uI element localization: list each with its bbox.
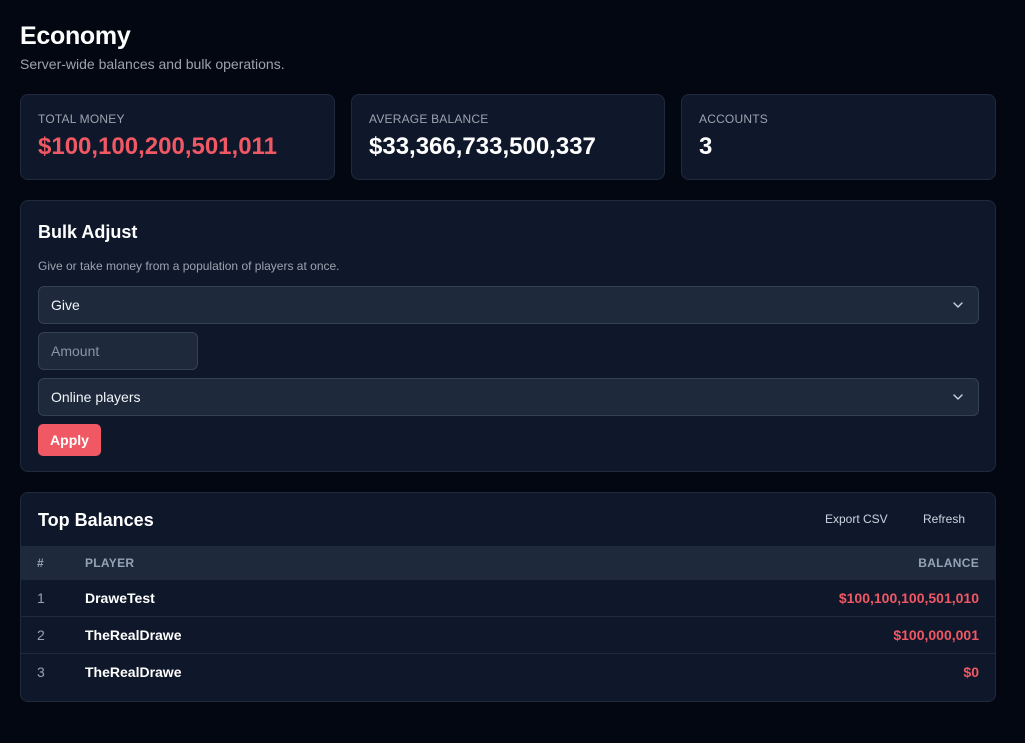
stat-label: ACCOUNTS — [699, 112, 768, 126]
refresh-button[interactable]: Refresh — [923, 512, 965, 526]
action-select[interactable]: Give — [38, 286, 979, 324]
top-balances-card: Top Balances Export CSV Refresh # PLAYER… — [20, 492, 996, 702]
page-subtitle: Server-wide balances and bulk operations… — [20, 56, 285, 72]
action-select-value: Give — [51, 297, 80, 313]
column-header-rank: # — [37, 556, 44, 570]
row-balance: $100,000,001 — [893, 627, 979, 643]
chevron-down-icon — [953, 394, 963, 400]
chevron-down-icon — [953, 302, 963, 308]
bulk-adjust-title: Bulk Adjust — [38, 222, 138, 242]
stat-label: AVERAGE BALANCE — [369, 112, 489, 126]
top-balances-title: Top Balances — [38, 510, 154, 530]
row-player: TheRealDrawe — [85, 627, 182, 643]
economy-page: Economy Server-wide balances and bulk op… — [0, 0, 1025, 743]
stat-value: 3 — [699, 133, 713, 160]
column-header-balance: BALANCE — [918, 556, 979, 570]
page-title: Economy — [20, 22, 131, 50]
table-row: 1 DraweTest $100,100,100,501,010 — [21, 580, 995, 617]
row-player: DraweTest — [85, 590, 155, 606]
row-player: TheRealDrawe — [85, 664, 182, 680]
target-select-value: Online players — [51, 389, 141, 405]
row-rank: 2 — [37, 627, 45, 643]
table-row: 2 TheRealDrawe $100,000,001 — [21, 617, 995, 654]
column-header-player: PLAYER — [85, 556, 135, 570]
stat-value: $33,366,733,500,337 — [369, 133, 596, 160]
bulk-adjust-description: Give or take money from a population of … — [38, 259, 340, 273]
row-balance: $100,100,100,501,010 — [838, 590, 979, 606]
row-rank: 1 — [37, 590, 45, 606]
amount-input[interactable] — [38, 332, 198, 370]
apply-button[interactable]: Apply — [38, 424, 101, 456]
stat-card-accounts: ACCOUNTS 3 — [681, 94, 996, 180]
table-row: 3 TheRealDrawe $0 — [21, 654, 995, 691]
export-csv-button[interactable]: Export CSV — [825, 512, 888, 526]
row-balance: $0 — [963, 664, 979, 680]
target-select[interactable]: Online players — [38, 378, 979, 416]
stat-card-total-money: TOTAL MONEY $100,100,200,501,011 — [20, 94, 335, 180]
row-rank: 3 — [37, 664, 45, 680]
stat-value: $100,100,200,501,011 — [38, 133, 277, 160]
stat-label: TOTAL MONEY — [38, 112, 125, 126]
table-header: # PLAYER BALANCE — [21, 546, 995, 580]
stat-card-average-balance: AVERAGE BALANCE $33,366,733,500,337 — [351, 94, 665, 180]
bulk-adjust-card: Bulk Adjust Give or take money from a po… — [20, 200, 996, 472]
